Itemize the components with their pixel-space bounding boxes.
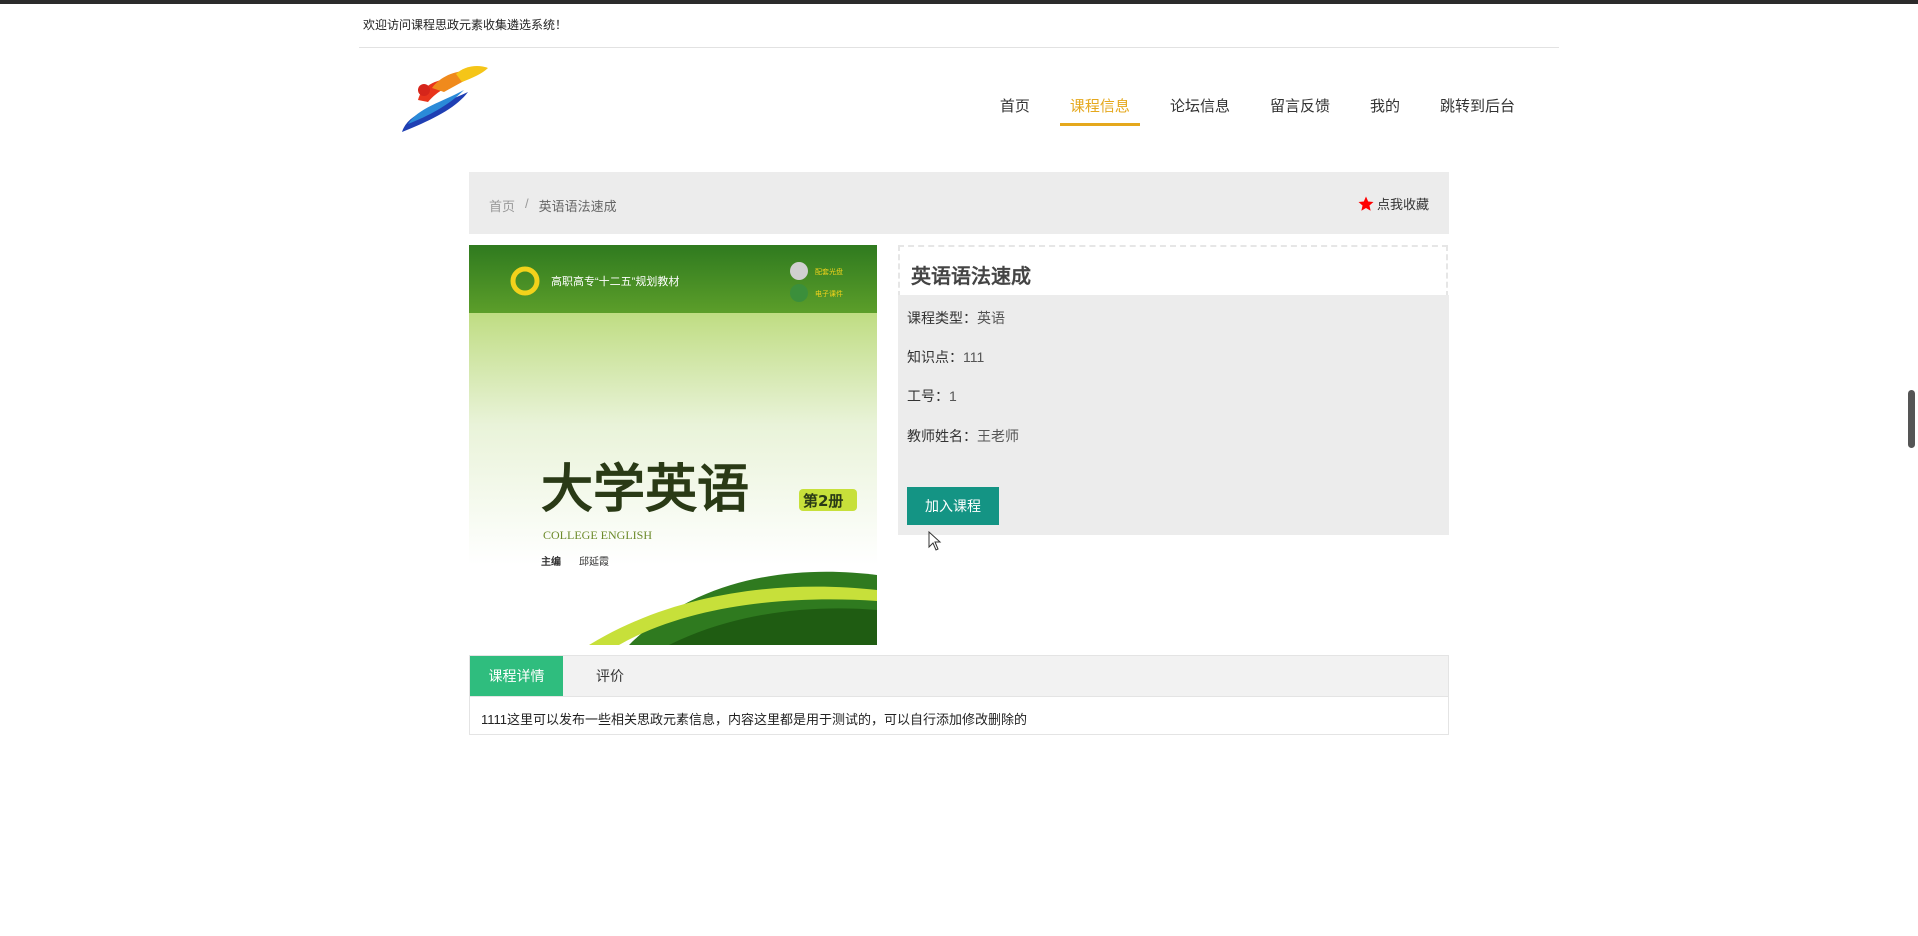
breadcrumb-separator: / bbox=[525, 196, 529, 211]
cover-series: 高职高专“十二五”规划教材 bbox=[551, 274, 679, 288]
favorite-button[interactable]: 点我收藏 bbox=[1357, 194, 1429, 213]
course-type-row: 课程类型：英语 bbox=[907, 308, 1005, 328]
nav-home[interactable]: 首页 bbox=[980, 96, 1050, 126]
site-logo[interactable] bbox=[398, 62, 492, 138]
breadcrumb: 首页 / 英语语法速成 bbox=[489, 196, 617, 215]
knowledge-value: 111 bbox=[963, 349, 985, 365]
nav-admin[interactable]: 跳转到后台 bbox=[1420, 96, 1535, 126]
cover-volume: 第2册 bbox=[803, 492, 843, 510]
cover-editor-name: 邱延霞 bbox=[579, 555, 609, 568]
teacher-row: 教师姓名：王老师 bbox=[907, 426, 1019, 446]
course-info-panel: 课程类型：英语 知识点：111 工号：1 教师姓名：王老师 加入课程 bbox=[898, 295, 1449, 535]
welcome-text: 欢迎访问课程思政元素收集遴选系统！ bbox=[363, 18, 568, 32]
top-border bbox=[0, 0, 1918, 4]
join-course-button[interactable]: 加入课程 bbox=[907, 487, 999, 525]
course-title: 英语语法速成 bbox=[911, 266, 1031, 288]
teacher-value: 王老师 bbox=[977, 428, 1019, 444]
favorite-label: 点我收藏 bbox=[1376, 197, 1429, 212]
nav-forum[interactable]: 论坛信息 bbox=[1150, 96, 1250, 126]
staff-id-row: 工号：1 bbox=[907, 386, 957, 406]
course-cover-image: 高职高专“十二五”规划教材 配套光盘 电子课件 大学英语 第2册 COLLEGE… bbox=[469, 245, 877, 645]
mouse-cursor-icon bbox=[928, 531, 942, 551]
course-details-content: 1111这里可以发布一些相关思政元素信息，内容这里都是用于测试的，可以自行添加修… bbox=[481, 712, 1028, 727]
breadcrumb-home[interactable]: 首页 bbox=[489, 196, 515, 215]
course-tabs: 课程详情 评价 1111这里可以发布一些相关思政元素信息，内容这里都是用于测试的… bbox=[469, 655, 1449, 735]
cover-title: 大学英语 bbox=[541, 460, 749, 520]
cover-subtitle: COLLEGE ENGLISH bbox=[543, 528, 652, 542]
main-nav: 首页 课程信息 论坛信息 留言反馈 我的 跳转到后台 bbox=[980, 96, 1535, 126]
course-type-value: 英语 bbox=[977, 310, 1005, 326]
nav-mine[interactable]: 我的 bbox=[1350, 96, 1420, 126]
header-divider bbox=[359, 47, 1559, 48]
cover-badge-courseware: 电子课件 bbox=[815, 289, 843, 298]
tab-course-details[interactable]: 课程详情 bbox=[470, 656, 563, 696]
course-type-label: 课程类型： bbox=[907, 310, 977, 326]
tab-reviews[interactable]: 评价 bbox=[580, 656, 640, 696]
breadcrumb-current: 英语语法速成 bbox=[538, 199, 617, 214]
course-title-box: 英语语法速成 bbox=[898, 245, 1448, 297]
staff-id-label: 工号： bbox=[907, 388, 949, 404]
star-icon bbox=[1358, 196, 1374, 211]
knowledge-label: 知识点： bbox=[907, 349, 963, 365]
staff-id-value: 1 bbox=[949, 388, 957, 404]
nav-course-info[interactable]: 课程信息 bbox=[1050, 96, 1150, 126]
teacher-label: 教师姓名： bbox=[907, 428, 977, 444]
page-scrollbar[interactable] bbox=[1908, 390, 1915, 448]
breadcrumb-bar: 首页 / 英语语法速成 点我收藏 bbox=[469, 172, 1449, 234]
nav-feedback[interactable]: 留言反馈 bbox=[1250, 96, 1350, 126]
cover-editor-label: 主编 bbox=[541, 555, 561, 568]
tab-bar: 课程详情 评价 bbox=[470, 656, 1448, 697]
cover-badge-disc: 配套光盘 bbox=[815, 267, 843, 276]
knowledge-row: 知识点：111 bbox=[907, 347, 984, 367]
